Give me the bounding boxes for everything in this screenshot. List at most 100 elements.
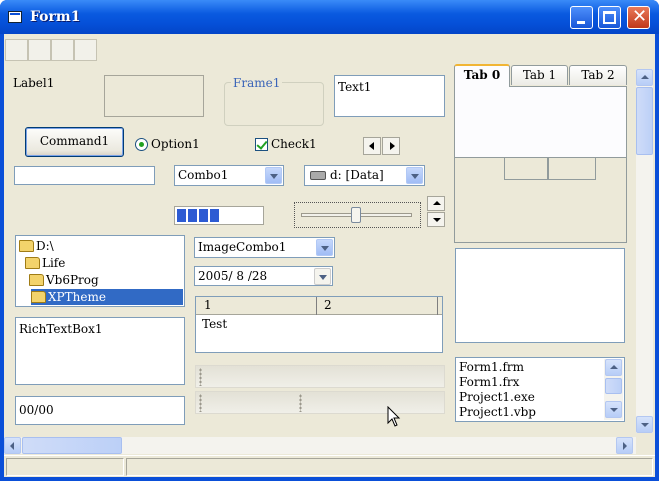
- horizontal-spin-buttons: [363, 137, 400, 155]
- toolbar-button-2[interactable]: [28, 39, 51, 61]
- tab-strip-tab[interactable]: [548, 158, 596, 180]
- scroll-left-button[interactable]: [4, 437, 21, 454]
- grid-header: 1 2: [196, 297, 442, 315]
- coolbar-band: [195, 391, 445, 414]
- folder-icon: [19, 240, 34, 252]
- folder-open-icon: [31, 291, 46, 303]
- date-value: 2005/ 8 /28: [198, 269, 268, 283]
- folder-icon: [29, 274, 44, 286]
- flex-grid[interactable]: 1 2 Test: [195, 296, 443, 353]
- progress-block: [188, 209, 197, 222]
- list-box[interactable]: [455, 248, 625, 343]
- image-combo[interactable]: ImageCombo1: [194, 237, 335, 258]
- slider-thumb[interactable]: [351, 207, 361, 223]
- date-picker[interactable]: 2005/ 8 /28: [194, 266, 333, 286]
- spin-down-button[interactable]: [427, 212, 445, 227]
- file-item[interactable]: Form1.frm: [459, 360, 524, 374]
- grip-handle[interactable]: [199, 368, 202, 386]
- progress-block: [199, 209, 208, 222]
- combo1-dropdown[interactable]: Combo1: [174, 165, 284, 186]
- close-icon: ✕: [632, 6, 648, 27]
- text-input[interactable]: [14, 166, 155, 185]
- scroll-thumb[interactable]: [22, 437, 122, 454]
- file-item[interactable]: Form1.frx: [459, 375, 519, 389]
- toolbar-button-3[interactable]: [51, 39, 74, 61]
- title-bar[interactable]: Form1 ✕: [0, 0, 659, 34]
- rich-text-box[interactable]: RichTextBox1: [15, 317, 185, 385]
- progress-bar: [174, 206, 264, 225]
- chevron-down-icon[interactable]: [265, 167, 282, 184]
- file-item[interactable]: Project1.vbp: [459, 405, 536, 419]
- dir-item-label: Vb6Prog: [46, 273, 99, 287]
- option1-label: Option1: [151, 137, 200, 151]
- chevron-down-icon[interactable]: [316, 239, 333, 256]
- grip-handle[interactable]: [299, 394, 302, 412]
- grid-column-divider[interactable]: [437, 297, 438, 315]
- form-horizontal-scrollbar[interactable]: [4, 437, 636, 454]
- toolbar-button-1[interactable]: [5, 39, 28, 61]
- grid-column-divider[interactable]: [316, 297, 317, 315]
- drive-list[interactable]: d: [Data]: [304, 165, 425, 186]
- drive-value: d: [Data]: [330, 168, 384, 182]
- checkbox-checked-icon[interactable]: [255, 137, 268, 151]
- dir-item-label: Life: [42, 256, 66, 270]
- text1-input[interactable]: Text1: [334, 75, 445, 117]
- tab-1[interactable]: Tab 1: [511, 65, 568, 85]
- status-bar: [4, 455, 655, 477]
- file-item[interactable]: Project1.exe: [459, 390, 535, 404]
- window-title: Form1: [30, 9, 81, 25]
- file-list-box[interactable]: Form1.frm Form1.frx Project1.exe Project…: [455, 357, 625, 422]
- check1-checkbox[interactable]: Check1: [255, 137, 317, 151]
- minimize-button[interactable]: [570, 6, 593, 29]
- check1-label: Check1: [271, 137, 317, 151]
- dir-item-label: XPTheme: [48, 290, 106, 304]
- coolbar-band: [195, 365, 445, 388]
- tab-strip: [454, 157, 627, 243]
- dir-item[interactable]: Life: [25, 255, 65, 271]
- dir-item[interactable]: D:\: [19, 238, 54, 254]
- scroll-up-button[interactable]: [636, 69, 653, 86]
- frame1-caption: Frame1: [231, 76, 283, 90]
- toolbar-button-4[interactable]: [74, 39, 97, 61]
- mouse-cursor-icon: [387, 406, 401, 427]
- scroll-right-button[interactable]: [616, 437, 633, 454]
- scroll-thumb[interactable]: [605, 378, 622, 394]
- dir-item-selected[interactable]: XPTheme: [31, 289, 183, 305]
- scroll-down-button[interactable]: [605, 401, 622, 418]
- scroll-down-button[interactable]: [636, 416, 653, 433]
- drive-icon: [310, 171, 326, 180]
- file-list-scrollbar[interactable]: [604, 359, 623, 420]
- grip-handle[interactable]: [199, 394, 202, 412]
- dir-item-label: D:\: [36, 239, 54, 253]
- status-panel: [126, 458, 653, 476]
- grid-cell[interactable]: Test: [202, 317, 227, 331]
- scroll-thumb[interactable]: [636, 87, 653, 155]
- form-vertical-scrollbar[interactable]: [636, 69, 653, 433]
- command1-button[interactable]: Command1: [25, 127, 124, 157]
- spin-left-button[interactable]: [363, 137, 381, 155]
- coolbar: [195, 365, 445, 415]
- tab-2[interactable]: Tab 2: [569, 65, 627, 85]
- dir-list-box[interactable]: D:\ Life Vb6Prog XPTheme: [15, 235, 185, 307]
- close-button[interactable]: ✕: [627, 6, 650, 29]
- chevron-down-icon[interactable]: [406, 167, 423, 184]
- chevron-down-icon[interactable]: [314, 268, 331, 285]
- maximize-button[interactable]: [598, 6, 621, 29]
- form-client-area: Label1 Frame1 Text1 Command1 Option1 Che…: [4, 34, 655, 477]
- status-panel: [6, 458, 124, 476]
- spin-right-button[interactable]: [382, 137, 400, 155]
- tab-strip-tab[interactable]: [504, 158, 548, 180]
- radio-selected-icon[interactable]: [135, 137, 148, 151]
- label1: Label1: [13, 76, 55, 90]
- option1-radio[interactable]: Option1: [135, 137, 200, 151]
- spin-up-button[interactable]: [427, 196, 445, 211]
- tab-0[interactable]: Tab 0: [454, 64, 510, 87]
- grid-header-cell: 1: [204, 298, 212, 312]
- progress-block: [210, 209, 219, 222]
- dir-item[interactable]: Vb6Prog: [29, 272, 99, 288]
- form-icon: [8, 11, 22, 23]
- masked-edit-input[interactable]: 00/00: [15, 396, 185, 425]
- grid-header-cell: 2: [324, 298, 332, 312]
- slider[interactable]: [294, 202, 421, 228]
- scroll-up-button[interactable]: [605, 359, 622, 376]
